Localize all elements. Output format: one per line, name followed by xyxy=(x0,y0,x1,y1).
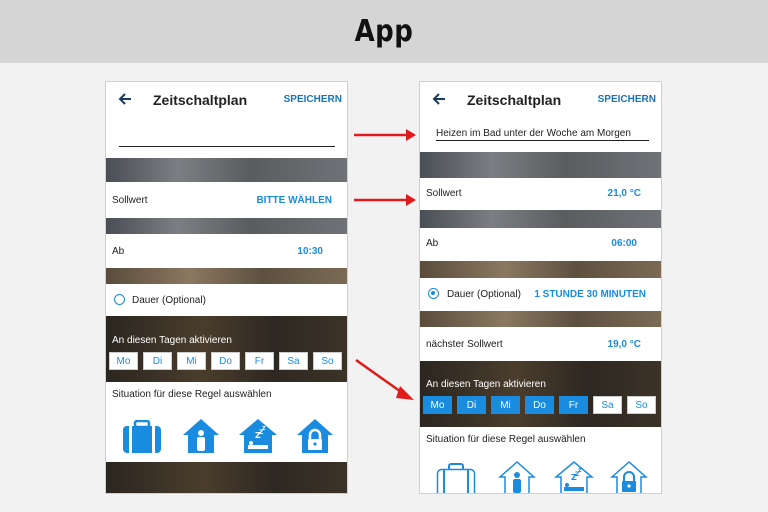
day-toggle-do[interactable]: Do xyxy=(211,352,240,370)
day-toggle-mi[interactable]: Mi xyxy=(491,396,520,414)
situation-title: Situation für diese Regel auswählen xyxy=(426,434,586,445)
banner-title: App xyxy=(354,14,414,49)
house-lock-icon[interactable] xyxy=(296,418,334,454)
next-setpoint-value[interactable]: 19,0 °C xyxy=(608,339,641,350)
day-toggle-mo[interactable]: Mo xyxy=(423,396,452,414)
days-section: An diesen Tagen aktivieren xyxy=(420,361,661,427)
arrow-left-icon[interactable] xyxy=(431,91,447,107)
app-bar: Zeitschaltplan SPEICHERN xyxy=(106,82,347,119)
day-toggle-sa[interactable]: Sa xyxy=(593,396,622,414)
start-time-value[interactable]: 10:30 xyxy=(297,246,323,257)
name-input-row: Heizen im Bad unter der Woche am Morgen xyxy=(420,119,661,152)
duration-label: Dauer (Optional) xyxy=(447,289,521,300)
background-photo xyxy=(420,311,661,327)
house-sleep-icon[interactable]: Z Z Z xyxy=(238,418,278,454)
start-time-label: Ab xyxy=(426,238,439,249)
start-time-value[interactable]: 06:00 xyxy=(611,238,637,249)
duration-row[interactable]: Dauer (Optional) xyxy=(106,284,347,316)
arrow-left-icon[interactable] xyxy=(117,91,133,107)
start-time-row[interactable]: Ab 10:30 xyxy=(106,234,347,268)
svg-text:Z: Z xyxy=(578,468,582,474)
day-toggle-so[interactable]: So xyxy=(627,396,656,414)
save-button[interactable]: SPEICHERN xyxy=(598,94,656,105)
day-toggle-di[interactable]: Di xyxy=(457,396,486,414)
save-button[interactable]: SPEICHERN xyxy=(284,94,342,105)
start-time-row[interactable]: Ab 06:00 xyxy=(420,228,661,261)
arrow-diagonal-icon xyxy=(355,358,414,400)
day-toggle-so[interactable]: So xyxy=(313,352,342,370)
duration-value[interactable]: 1 STUNDE 30 MINUTEN xyxy=(534,289,646,300)
duration-label: Dauer (Optional) xyxy=(132,295,206,306)
situation-section: Situation für diese Regel auswählen Z Z … xyxy=(106,382,347,462)
background-photo xyxy=(420,152,661,178)
suitcase-icon[interactable] xyxy=(436,463,476,494)
day-toggle-fr[interactable]: Fr xyxy=(559,396,588,414)
setpoint-label: Sollwert xyxy=(426,188,462,199)
start-time-label: Ab xyxy=(112,246,125,257)
page-banner: App xyxy=(0,0,768,63)
day-toggle-mo[interactable]: Mo xyxy=(109,352,138,370)
setpoint-row[interactable]: Sollwert BITTE WÄHLEN xyxy=(106,182,347,218)
setpoint-value[interactable]: BITTE WÄHLEN xyxy=(256,195,332,206)
phone-screen-before: Zeitschaltplan SPEICHERN Sollwert BITTE … xyxy=(105,81,348,494)
setpoint-value[interactable]: 21,0 °C xyxy=(608,188,641,199)
day-toggle-fr[interactable]: Fr xyxy=(245,352,274,370)
duration-radio[interactable] xyxy=(114,294,125,305)
house-person-icon[interactable] xyxy=(498,460,536,494)
arrow-right-icon xyxy=(354,194,416,206)
day-toggle-mi[interactable]: Mi xyxy=(177,352,206,370)
days-title: An diesen Tagen aktivieren xyxy=(112,335,232,346)
app-bar: Zeitschaltplan SPEICHERN xyxy=(420,82,661,119)
svg-text:Z: Z xyxy=(262,426,266,432)
house-lock-icon[interactable] xyxy=(610,460,648,494)
name-input-row xyxy=(106,119,347,158)
days-section: An diesen Tagen aktivieren xyxy=(106,316,347,382)
setpoint-label: Sollwert xyxy=(112,195,148,206)
day-toggle-sa[interactable]: Sa xyxy=(279,352,308,370)
background-photo xyxy=(420,210,661,228)
name-input[interactable] xyxy=(119,146,335,147)
suitcase-icon[interactable] xyxy=(122,420,162,454)
phone-screen-after: Zeitschaltplan SPEICHERN Heizen im Bad u… xyxy=(419,81,662,494)
background-photo xyxy=(420,261,661,278)
situation-section: Situation für diese Regel auswählen Z Z … xyxy=(420,427,661,494)
next-setpoint-row[interactable]: nächster Sollwert 19,0 °C xyxy=(420,327,661,361)
background-photo xyxy=(106,462,347,493)
next-setpoint-label: nächster Sollwert xyxy=(426,339,503,350)
days-title: An diesen Tagen aktivieren xyxy=(426,379,546,390)
situation-title: Situation für diese Regel auswählen xyxy=(112,389,272,400)
duration-radio[interactable] xyxy=(428,288,439,299)
page-title: Zeitschaltplan xyxy=(467,92,562,108)
background-photo xyxy=(106,158,347,182)
duration-row[interactable]: Dauer (Optional) 1 STUNDE 30 MINUTEN xyxy=(420,278,661,311)
background-photo xyxy=(106,218,347,234)
house-person-icon[interactable] xyxy=(182,418,220,454)
name-input[interactable]: Heizen im Bad unter der Woche am Morgen xyxy=(436,128,649,141)
background-photo xyxy=(106,268,347,284)
arrow-right-icon xyxy=(354,129,416,141)
day-toggle-do[interactable]: Do xyxy=(525,396,554,414)
day-toggle-di[interactable]: Di xyxy=(143,352,172,370)
setpoint-row[interactable]: Sollwert 21,0 °C xyxy=(420,178,661,210)
page-title: Zeitschaltplan xyxy=(153,92,248,108)
house-sleep-icon[interactable]: Z Z Z xyxy=(554,460,594,494)
